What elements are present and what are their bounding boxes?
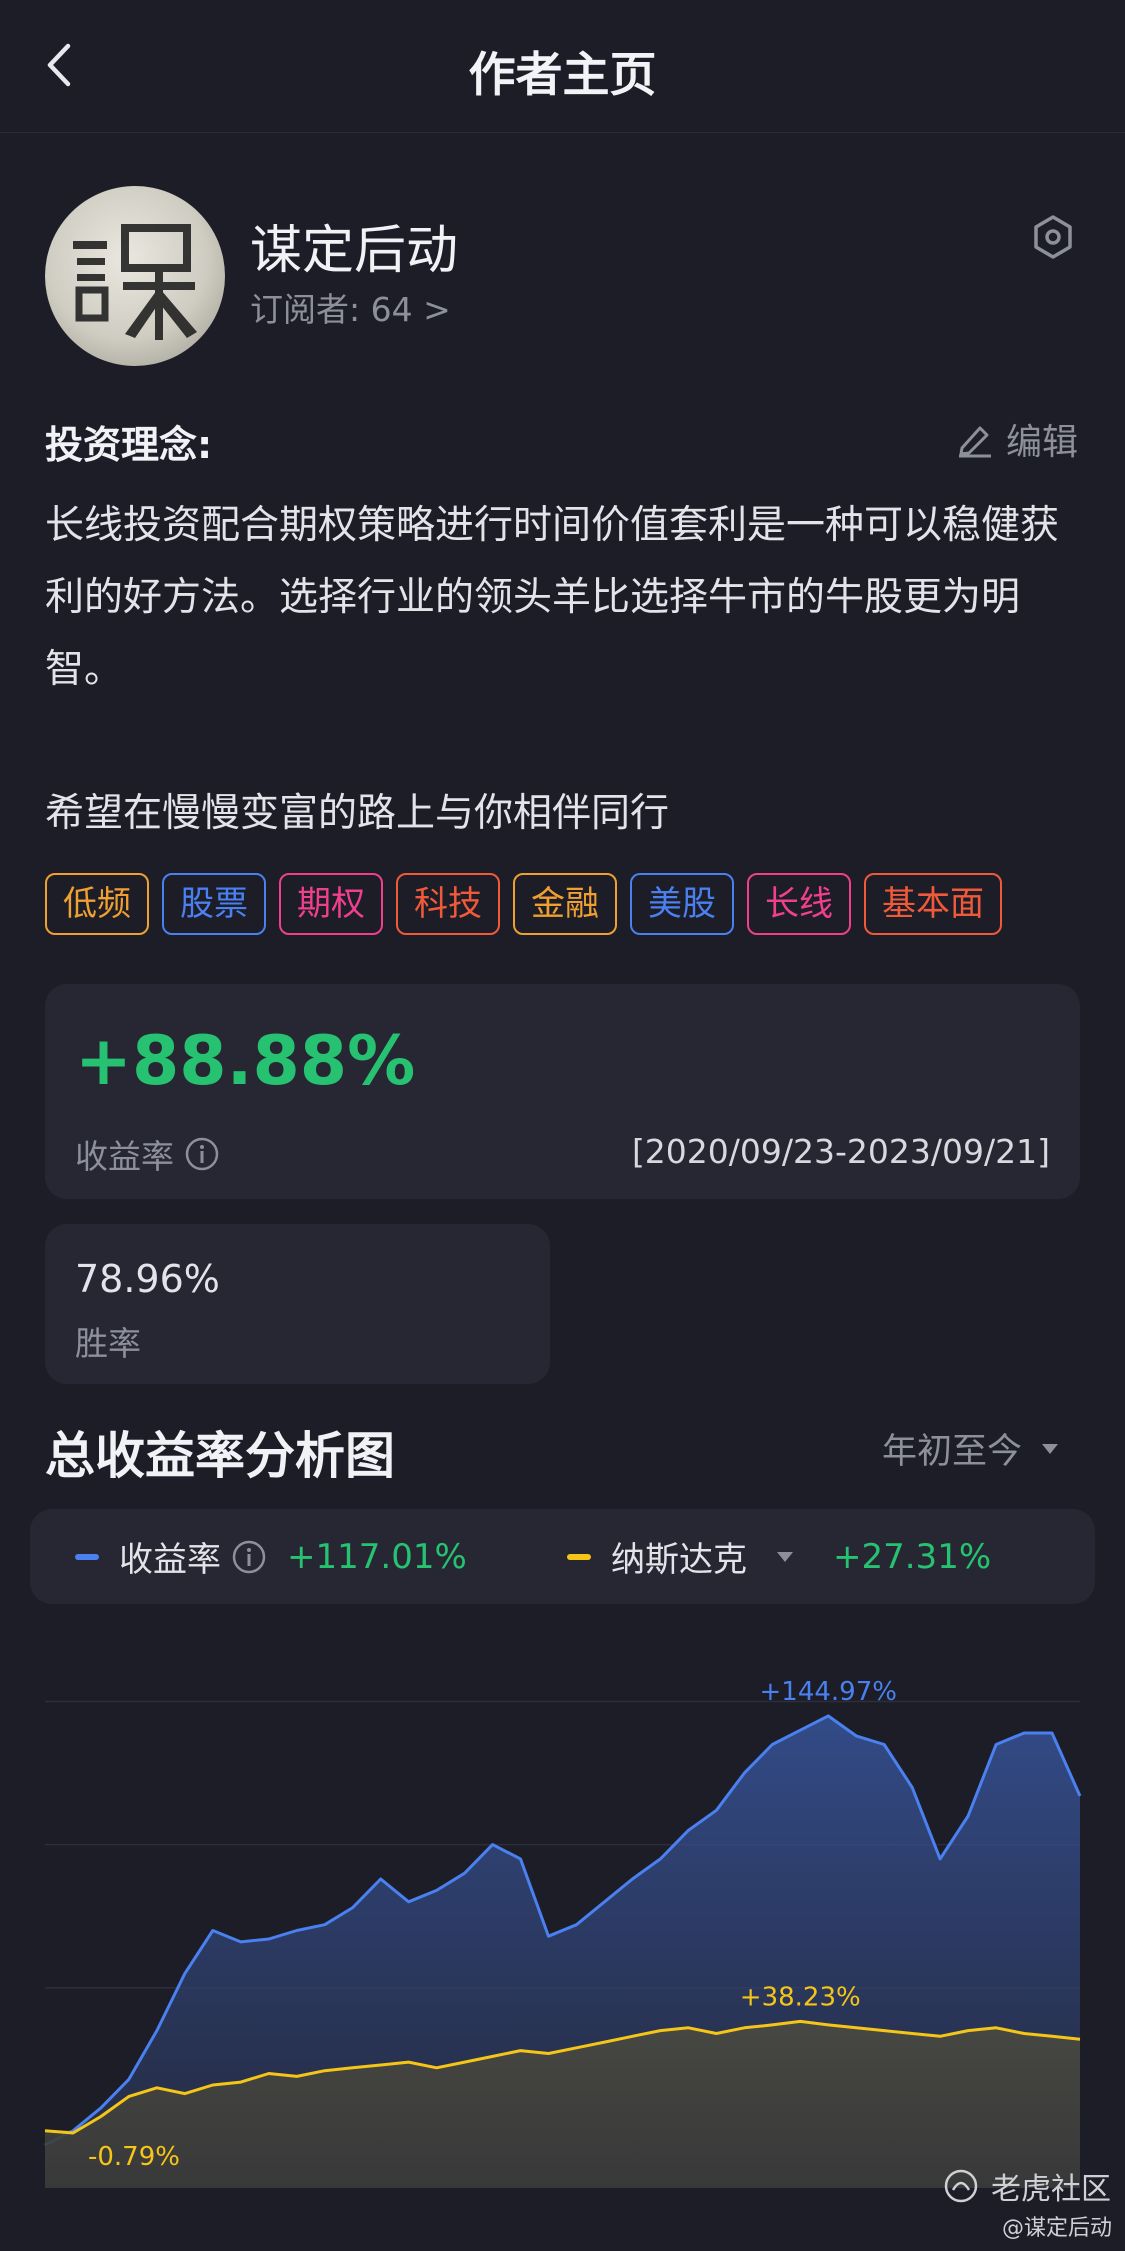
- philosophy-text: 长线投资配合期权策略进行时间价值套利是一种可以稳健获利的好方法。选择行业的领头羊…: [45, 503, 1060, 836]
- legend-series2-value: +27.31%: [833, 1536, 992, 1577]
- tag-chip[interactable]: 基本面: [864, 873, 1002, 935]
- return-period: [2020/09/23-2023/09/21]: [631, 1132, 1050, 1171]
- chart-data-label: +144.97%: [760, 1677, 897, 1707]
- legend-dropdown-icon[interactable]: [775, 1550, 795, 1564]
- return-chart[interactable]: +144.97% +38.23% -0.79%: [0, 1620, 1125, 2200]
- chart-data-label: -0.79%: [88, 2142, 180, 2172]
- avatar-calligraphy-image: [73, 224, 197, 340]
- tiger-logo-icon: [944, 2169, 978, 2203]
- legend-swatch-return: [75, 1553, 99, 1560]
- tag-chip[interactable]: 美股: [630, 873, 734, 935]
- legend-series1-name: 收益率: [119, 1540, 221, 1580]
- range-label: 年初至今: [882, 1432, 1023, 1472]
- tag-chip[interactable]: 低频: [45, 873, 149, 935]
- edit-button[interactable]: 编辑: [956, 414, 1078, 464]
- author-name: 谋定后动: [250, 221, 459, 281]
- watermark-sub: @谋定后动: [1002, 2216, 1113, 2241]
- chart-data-label: +38.23%: [740, 1982, 861, 2012]
- tag-list: 低频 股票 期权 科技 金融 美股 长线 基本面: [45, 873, 1002, 935]
- edit-pencil-icon: [959, 426, 991, 458]
- legend-series1-value: +117.01%: [287, 1536, 467, 1577]
- info-icon[interactable]: [184, 1136, 220, 1172]
- return-label-row: 收益率: [75, 1130, 220, 1178]
- avatar[interactable]: [45, 186, 225, 366]
- legend-item-nasdaq[interactable]: 纳斯达克 +27.31%: [567, 1509, 991, 1604]
- legend-series2-name: 纳斯达克: [611, 1540, 747, 1580]
- chart-section-title: 总收益率分析图: [45, 1427, 395, 1485]
- watermark: 老虎社区: [943, 2164, 1111, 2208]
- tag-chip[interactable]: 科技: [396, 873, 500, 935]
- tag-chip[interactable]: 长线: [747, 873, 851, 935]
- win-rate-card: 78.96% 胜率: [45, 1224, 550, 1384]
- edit-label: 编辑: [1006, 422, 1079, 463]
- settings-icon[interactable]: [1030, 214, 1076, 260]
- win-rate-label: 胜率: [75, 1324, 141, 1363]
- page-title: 作者主页: [468, 48, 657, 103]
- legend-swatch-nasdaq: [567, 1553, 591, 1560]
- philosophy-label: 投资理念:: [45, 423, 213, 467]
- nav-bar: 作者主页: [0, 0, 1125, 133]
- dropdown-triangle-icon: [1042, 1443, 1059, 1454]
- range-dropdown[interactable]: 年初至今: [882, 1423, 1060, 1474]
- tag-chip[interactable]: 期权: [279, 873, 383, 935]
- tag-chip[interactable]: 股票: [162, 873, 266, 935]
- win-rate-value: 78.96%: [75, 1257, 220, 1301]
- return-card: +88.88% 收益率 [2020/09/23-2023/09/21]: [45, 984, 1080, 1199]
- subscribers-link[interactable]: 订阅者: 64 >: [250, 283, 451, 331]
- legend-info-icon[interactable]: [231, 1539, 267, 1575]
- tag-chip[interactable]: 金融: [513, 873, 617, 935]
- return-label: 收益率: [75, 1137, 174, 1176]
- return-value: +88.88%: [75, 1022, 416, 1101]
- legend-item-return[interactable]: 收益率 +117.01%: [75, 1509, 467, 1604]
- chart-legend: 收益率 +117.01% 纳斯达克 +27.31%: [30, 1509, 1095, 1604]
- watermark-text: 老虎社区: [991, 2172, 1111, 2207]
